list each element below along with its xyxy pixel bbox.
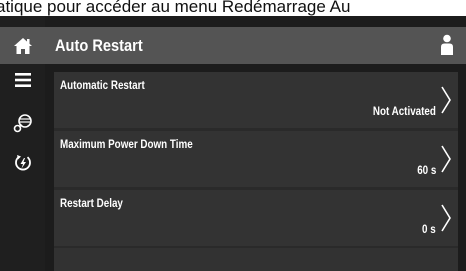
page-title: Auto Restart <box>55 36 143 55</box>
chevron-right-icon <box>441 86 451 114</box>
menu-button[interactable] <box>0 68 45 92</box>
setting-label: Maximum Power Down Time <box>60 137 193 151</box>
auto-restart-button[interactable] <box>0 148 45 178</box>
hmi-screen: Auto Restart Automatic Restart Not Activ… <box>0 16 466 271</box>
chevron-right-icon <box>441 204 451 232</box>
document-caption-text: atique pour accéder au menu Redémarrage … <box>0 0 351 16</box>
setting-row-maximum-power-down-time[interactable]: Maximum Power Down Time 60 s <box>54 131 458 187</box>
user-button[interactable] <box>440 34 454 61</box>
setting-row-automatic-restart[interactable]: Automatic Restart Not Activated <box>54 72 458 128</box>
header-bar: Auto Restart <box>45 27 466 64</box>
setting-value: 0 s <box>422 222 436 236</box>
menu-icon <box>14 73 31 87</box>
settings-list: Automatic Restart Not Activated Maximum … <box>54 72 458 271</box>
setting-row-restart-delay[interactable]: Restart Delay 0 s <box>54 190 458 246</box>
compressor-icon <box>13 114 32 133</box>
setting-value: 60 s <box>416 163 436 177</box>
power-restart-icon <box>14 155 31 171</box>
setting-label: Restart Delay <box>60 196 123 210</box>
sidebar <box>0 16 45 271</box>
chevron-right-icon <box>441 145 451 173</box>
home-button[interactable] <box>0 27 45 64</box>
list-empty-row <box>54 248 458 271</box>
compressor-button[interactable] <box>0 108 45 138</box>
setting-value: Not Activated <box>372 104 436 118</box>
user-icon <box>441 34 453 55</box>
home-icon <box>13 37 32 54</box>
setting-label: Automatic Restart <box>60 78 145 92</box>
